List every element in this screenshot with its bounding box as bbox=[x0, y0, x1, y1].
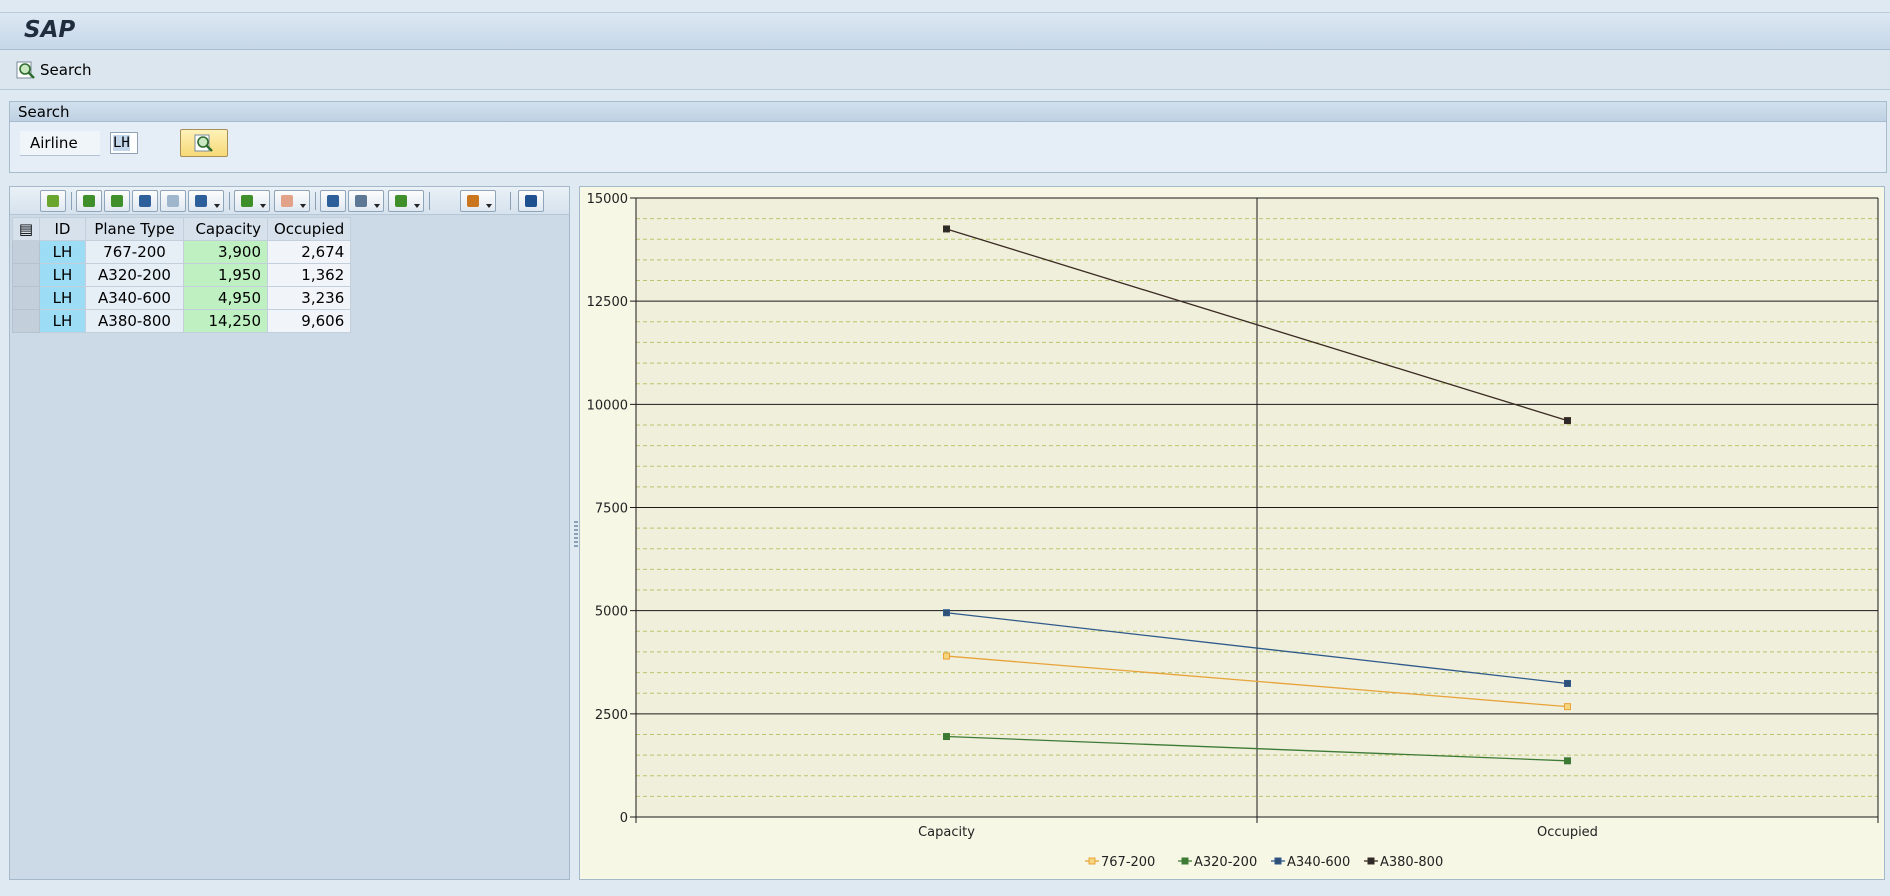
title-bar: SAP bbox=[0, 12, 1890, 50]
print-icon[interactable] bbox=[320, 190, 346, 212]
search-icon bbox=[194, 133, 215, 154]
find-icon[interactable] bbox=[132, 190, 158, 212]
sort-ascending-icon[interactable] bbox=[76, 190, 102, 212]
search-section: Search Airline LH bbox=[9, 101, 1887, 173]
x-tick-label: Capacity bbox=[918, 825, 975, 840]
cell-id[interactable]: LH bbox=[39, 309, 86, 333]
legend-marker bbox=[1181, 857, 1189, 865]
cell-plane-type[interactable]: A380-800 bbox=[85, 309, 184, 333]
legend-marker bbox=[1367, 857, 1375, 865]
y-tick-label: 15000 bbox=[587, 192, 628, 207]
toolbar-separator bbox=[229, 192, 230, 210]
table-row: LH A320-200 1,950 1,362 bbox=[12, 263, 352, 287]
toolbar-separator bbox=[510, 192, 511, 210]
y-tick-label: 0 bbox=[620, 811, 628, 826]
cell-id[interactable]: LH bbox=[39, 263, 86, 287]
search-button[interactable]: Search bbox=[16, 58, 92, 82]
toolbar-separator bbox=[429, 192, 430, 210]
details-icon[interactable] bbox=[40, 190, 66, 212]
cell-plane-type[interactable]: A340-600 bbox=[85, 286, 184, 310]
y-tick-label: 5000 bbox=[595, 605, 628, 620]
subtotal-icon[interactable] bbox=[274, 190, 310, 212]
y-tick-label: 10000 bbox=[587, 398, 628, 413]
legend-label: A320-200 bbox=[1194, 855, 1257, 870]
cell-capacity[interactable]: 4,950 bbox=[183, 286, 268, 310]
legend-label: 767-200 bbox=[1101, 855, 1155, 870]
legend-marker bbox=[1088, 857, 1096, 865]
search-button-label: Search bbox=[40, 61, 92, 79]
airline-input-value: LH bbox=[113, 135, 130, 151]
row-selector[interactable] bbox=[12, 286, 40, 310]
column-header-occupied[interactable]: Occupied bbox=[266, 217, 352, 241]
cell-occupied[interactable]: 2,674 bbox=[266, 240, 352, 264]
search-icon bbox=[16, 60, 37, 81]
alv-toolbar bbox=[10, 187, 569, 215]
find-next-icon[interactable] bbox=[160, 190, 186, 212]
cell-occupied[interactable]: 3,236 bbox=[266, 286, 352, 310]
y-tick-label: 7500 bbox=[595, 502, 628, 517]
search-section-header: Search bbox=[10, 102, 1886, 122]
sort-descending-icon[interactable] bbox=[104, 190, 130, 212]
cell-occupied[interactable]: 9,606 bbox=[266, 309, 352, 333]
alv-grid-container: ▤ ID Plane Type Capacity Occupied LH 767… bbox=[9, 186, 570, 880]
data-point-marker bbox=[943, 225, 950, 233]
data-point-marker bbox=[1564, 757, 1571, 765]
toolbar-separator bbox=[71, 192, 72, 210]
y-tick-label: 12500 bbox=[587, 295, 628, 310]
toolbar-separator bbox=[315, 192, 316, 210]
data-point-marker bbox=[943, 733, 950, 741]
column-header-id[interactable]: ID bbox=[39, 217, 86, 241]
info-icon[interactable] bbox=[518, 190, 544, 212]
table-row: LH 767-200 3,900 2,674 bbox=[12, 240, 352, 264]
cell-id[interactable]: LH bbox=[39, 240, 86, 264]
cell-id[interactable]: LH bbox=[39, 286, 86, 310]
legend-label: A380-800 bbox=[1380, 855, 1443, 870]
cell-plane-type[interactable]: A320-200 bbox=[85, 263, 184, 287]
cell-capacity[interactable]: 3,900 bbox=[183, 240, 268, 264]
sum-icon[interactable] bbox=[234, 190, 270, 212]
row-selector[interactable] bbox=[12, 263, 40, 287]
cell-occupied[interactable]: 1,362 bbox=[266, 263, 352, 287]
select-all-icon[interactable]: ▤ bbox=[12, 217, 40, 241]
data-point-marker bbox=[1564, 679, 1571, 687]
data-point-marker bbox=[1564, 703, 1571, 711]
export-icon[interactable] bbox=[388, 190, 424, 212]
y-tick-label: 2500 bbox=[595, 708, 628, 723]
app-title: SAP bbox=[24, 17, 76, 43]
data-point-marker bbox=[943, 652, 950, 660]
x-tick-label: Occupied bbox=[1537, 825, 1598, 840]
legend-label: A340-600 bbox=[1287, 855, 1350, 870]
airline-input[interactable]: LH bbox=[110, 132, 138, 154]
status-bar bbox=[0, 880, 1890, 896]
row-selector[interactable] bbox=[12, 309, 40, 333]
execute-search-button[interactable] bbox=[180, 129, 228, 157]
column-header-plane-type[interactable]: Plane Type bbox=[85, 217, 184, 241]
layout-icon[interactable] bbox=[460, 190, 496, 212]
cell-plane-type[interactable]: 767-200 bbox=[85, 240, 184, 264]
data-point-marker bbox=[943, 609, 950, 617]
table-row: LH A380-800 14,250 9,606 bbox=[12, 309, 352, 333]
chart-container: 0 2500 5000 7500 10000 12500 15000 Capacity Occu… bbox=[579, 186, 1885, 880]
application-toolbar: Search bbox=[0, 50, 1890, 90]
views-icon[interactable] bbox=[348, 190, 384, 212]
filter-icon[interactable] bbox=[188, 190, 224, 212]
column-header-capacity[interactable]: Capacity bbox=[183, 217, 268, 241]
table-header-row: ▤ ID Plane Type Capacity Occupied bbox=[12, 217, 352, 241]
cell-capacity[interactable]: 1,950 bbox=[183, 263, 268, 287]
cell-capacity[interactable]: 14,250 bbox=[183, 309, 268, 333]
line-chart: 0 2500 5000 7500 10000 12500 15000 Capacity Occu… bbox=[587, 192, 1879, 870]
table-row: LH A340-600 4,950 3,236 bbox=[12, 286, 352, 310]
splitter-grip-icon[interactable] bbox=[574, 521, 578, 547]
data-point-marker bbox=[1564, 417, 1571, 425]
airline-label: Airline bbox=[20, 130, 100, 156]
row-selector[interactable] bbox=[12, 240, 40, 264]
legend-marker bbox=[1274, 857, 1282, 865]
flight-table: ▤ ID Plane Type Capacity Occupied LH 767… bbox=[12, 217, 352, 333]
airline-row: Airline LH bbox=[20, 129, 228, 157]
